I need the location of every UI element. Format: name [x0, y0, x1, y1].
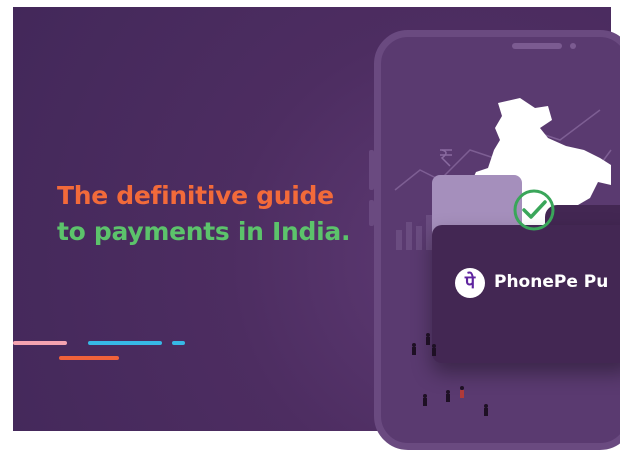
phonepe-logo-icon: पे: [455, 268, 485, 298]
check-circle-icon: [513, 189, 555, 231]
people-silhouettes-icon: [412, 333, 488, 416]
check-decor: [412, 189, 555, 416]
brand-name: PhonePe Pu: [494, 272, 609, 292]
